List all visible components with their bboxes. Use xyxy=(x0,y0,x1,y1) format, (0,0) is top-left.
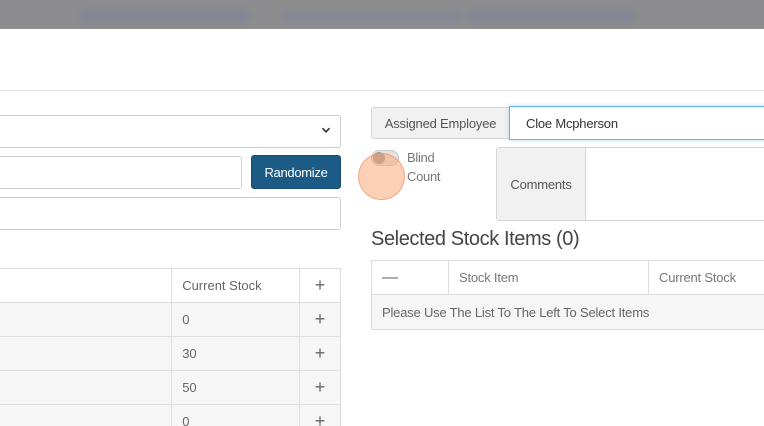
table-row[interactable]: 50 + xyxy=(0,370,341,405)
empty-state-message: Please Use The List To The Left To Selec… xyxy=(371,294,764,330)
column-header-stock-item: Stock Item xyxy=(448,260,649,295)
count-input[interactable] xyxy=(0,156,242,189)
table-cell xyxy=(0,302,173,337)
add-item-button[interactable]: + xyxy=(299,370,341,405)
current-stock-cell: 0 xyxy=(171,404,301,426)
assigned-employee-label: Assigned Employee xyxy=(371,107,509,139)
table-row[interactable]: 0 + xyxy=(0,404,341,426)
current-stock-cell: 0 xyxy=(171,302,301,337)
table-row[interactable]: 30 + xyxy=(0,336,341,371)
assigned-employee-input[interactable]: Cloe Mcpherson xyxy=(509,106,764,140)
table-header-row: — Stock Item Current Stock xyxy=(371,260,764,295)
table-row[interactable]: 0 + xyxy=(0,302,341,337)
add-item-button[interactable]: + xyxy=(299,336,341,371)
empty-state-row: Please Use The List To The Left To Selec… xyxy=(371,294,764,330)
column-header-current-stock: Current Stock xyxy=(171,268,301,303)
chevron-down-icon xyxy=(321,124,331,138)
table-header-row: Current Stock + xyxy=(0,268,341,303)
selected-stock-heading: Selected Stock Items (0) xyxy=(371,228,580,250)
remove-all-button[interactable]: — xyxy=(371,260,449,295)
add-all-button[interactable]: + xyxy=(299,268,341,303)
blind-count-label: Blind Count xyxy=(407,150,441,184)
table-cell xyxy=(0,370,173,405)
comments-textarea[interactable] xyxy=(585,147,764,221)
table-cell xyxy=(0,336,173,371)
column-header-current-stock: Current Stock xyxy=(648,260,764,295)
comments-label: Comments xyxy=(496,147,586,221)
add-item-button[interactable]: + xyxy=(299,302,341,337)
randomize-button[interactable]: Randomize xyxy=(251,155,341,189)
search-input[interactable] xyxy=(0,197,341,230)
modal-header-divider xyxy=(0,90,764,91)
add-item-button[interactable]: + xyxy=(299,404,341,426)
table-cell xyxy=(0,404,173,426)
click-indicator xyxy=(358,153,405,200)
selected-stock-table: — Stock Item Current Stock Please Use Th… xyxy=(371,260,764,330)
current-stock-cell: 50 xyxy=(171,370,301,405)
current-stock-cell: 30 xyxy=(171,336,301,371)
background-page-bar xyxy=(0,0,764,29)
stock-list-table: Current Stock + 0 + 30 + 50 + 0 + xyxy=(0,268,341,426)
category-select[interactable] xyxy=(0,115,341,148)
table-header-cell xyxy=(0,268,173,303)
